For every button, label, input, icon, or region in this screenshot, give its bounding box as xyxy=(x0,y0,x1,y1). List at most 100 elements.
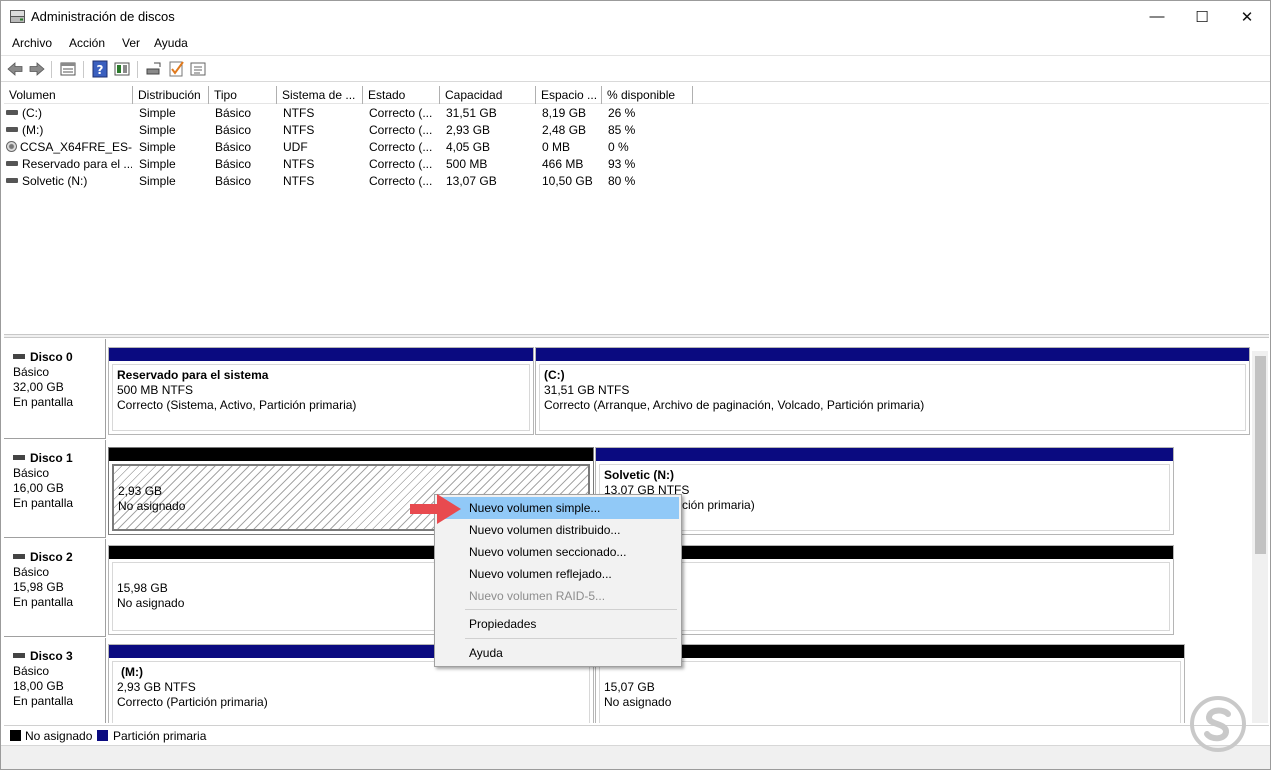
capacity-cell: 13,07 GB xyxy=(446,174,497,188)
partition-title: (C:) xyxy=(544,368,565,382)
fs-cell: NTFS xyxy=(283,157,315,171)
volume-row[interactable]: Reservado para el ... Simple Básico NTFS… xyxy=(4,156,704,173)
menu-ayuda[interactable]: Ayuda xyxy=(154,36,188,50)
maximize-button[interactable]: ☐ xyxy=(1179,1,1225,32)
menu-ver[interactable]: Ver xyxy=(122,36,140,50)
disk-name: Disco 3 xyxy=(30,649,73,663)
volume-row[interactable]: (M:) Simple Básico NTFS Correcto (... 2,… xyxy=(4,122,704,139)
pane-splitter[interactable] xyxy=(4,334,1269,338)
disk-3-label[interactable]: Disco 3 Básico 18,00 GB En pantalla xyxy=(4,638,106,723)
volume-row[interactable]: (C:) Simple Básico NTFS Correcto (... 31… xyxy=(4,105,704,122)
partition-status: Correcto (Arranque, Archivo de paginació… xyxy=(544,398,925,412)
red-arrow-icon xyxy=(410,494,461,524)
back-arrow-icon[interactable] xyxy=(6,60,24,78)
type-cell: Básico xyxy=(215,106,252,120)
disk-state: En pantalla xyxy=(13,595,74,609)
minimize-button[interactable]: — xyxy=(1134,1,1180,32)
type-cell: Básico xyxy=(215,174,252,188)
drive-icon xyxy=(6,178,18,184)
disk-state: En pantalla xyxy=(13,395,74,409)
disk-size: 18,00 GB xyxy=(13,679,64,693)
free-cell: 2,48 GB xyxy=(542,123,587,137)
type-cell: Básico xyxy=(215,140,252,154)
disk-name: Disco 0 xyxy=(30,350,73,364)
legend-label-unallocated: No asignado xyxy=(25,729,93,743)
layout-cell: Simple xyxy=(139,157,176,171)
menu-archivo[interactable]: Archivo xyxy=(12,36,52,50)
help-icon[interactable]: ? xyxy=(91,60,109,78)
partition-status: No asignado xyxy=(604,695,672,709)
type-cell: Básico xyxy=(215,157,252,171)
context-menu: Nuevo volumen simple... Nuevo volumen di… xyxy=(434,494,682,667)
primary-partition-bar xyxy=(109,348,533,361)
layout-cell: Simple xyxy=(139,174,176,188)
partition-status: Correcto (Partición primaria) xyxy=(604,498,755,512)
free-cell: 466 MB xyxy=(542,157,584,171)
volume-name-cell: CCSA_X64FRE_ES-... xyxy=(6,139,132,156)
menu-item-nuevo-volumen-reflejado[interactable]: Nuevo volumen reflejado... xyxy=(437,563,679,585)
unallocated-bar xyxy=(109,448,593,461)
disk-type: Básico xyxy=(13,365,50,379)
menu-separator xyxy=(465,638,677,639)
disk-name: Disco 1 xyxy=(30,451,73,465)
disk-0-label[interactable]: Disco 0 Básico 32,00 GB En pantalla xyxy=(4,339,106,439)
cd-drive-icon xyxy=(6,141,17,153)
menu-accion[interactable]: Acción xyxy=(69,36,105,50)
menu-bar: Archivo Acción Ver Ayuda xyxy=(1,32,1270,54)
drive-icon xyxy=(6,127,18,133)
disk-type: Básico xyxy=(13,565,50,579)
menu-item-nuevo-volumen-seccionado[interactable]: Nuevo volumen seccionado... xyxy=(437,541,679,563)
column-header-espacio[interactable]: Espacio ... xyxy=(536,86,602,104)
disk-type: Básico xyxy=(13,664,50,678)
menu-item-ayuda[interactable]: Ayuda xyxy=(437,642,679,664)
disk-1-label[interactable]: Disco 1 Básico 16,00 GB En pantalla xyxy=(4,440,106,538)
partition-title xyxy=(604,665,1180,680)
volume-list-header: Volumen Distribución Tipo Sistema de ...… xyxy=(4,86,1269,104)
graphic-view-icon[interactable] xyxy=(113,60,131,78)
partition-title xyxy=(118,469,588,484)
menu-item-propiedades[interactable]: Propiedades xyxy=(437,613,679,635)
window-title: Administración de discos xyxy=(31,9,175,24)
menu-item-nuevo-volumen-raid5: Nuevo volumen RAID-5... xyxy=(469,589,606,603)
properties-icon[interactable] xyxy=(189,60,207,78)
partition-body: Reservado para el sistema 500 MB NTFS Co… xyxy=(112,364,530,431)
hard-disk-icon xyxy=(13,554,25,560)
status-bar xyxy=(1,745,1270,769)
disk-2-label[interactable]: Disco 2 Básico 15,98 GB En pantalla xyxy=(4,539,106,637)
forward-arrow-icon[interactable] xyxy=(28,60,46,78)
column-header-sistema[interactable]: Sistema de ... xyxy=(277,86,363,104)
column-header-tipo[interactable]: Tipo xyxy=(209,86,277,104)
watermark-logo-icon xyxy=(1190,696,1246,752)
free-cell: 0 MB xyxy=(542,140,571,154)
partition-size: 31,51 GB NTFS xyxy=(544,383,630,397)
partition-body: Solvetic (N:) 13,07 GB NTFS Correcto (Pa… xyxy=(599,464,1170,531)
primary-partition-bar xyxy=(596,448,1173,461)
column-header-estado[interactable]: Estado xyxy=(363,86,440,104)
column-header-disponible[interactable]: % disponible xyxy=(602,86,693,104)
column-header-capacidad[interactable]: Capacidad xyxy=(440,86,536,104)
list-view-icon[interactable] xyxy=(59,60,77,78)
volume-row[interactable]: CCSA_X64FRE_ES-... Simple Básico UDF Cor… xyxy=(4,139,704,156)
column-header-volumen[interactable]: Volumen xyxy=(4,86,133,104)
column-header-distribucion[interactable]: Distribución xyxy=(133,86,209,104)
capacity-cell: 31,51 GB xyxy=(446,106,497,120)
menu-item-nuevo-volumen-distribuido[interactable]: Nuevo volumen distribuido... xyxy=(437,519,679,541)
partition-system-reserved[interactable]: Reservado para el sistema 500 MB NTFS Co… xyxy=(108,347,534,435)
scrollbar-thumb[interactable] xyxy=(1255,356,1266,554)
partition-c[interactable]: (C:) 31,51 GB NTFS Correcto (Arranque, A… xyxy=(535,347,1250,435)
disk-size: 15,98 GB xyxy=(13,580,64,594)
drive-icon xyxy=(6,110,18,116)
partition-title: Reservado para el sistema xyxy=(117,368,269,382)
menu-item-nuevo-volumen-simple[interactable]: Nuevo volumen simple... xyxy=(437,497,679,519)
layout-cell: Simple xyxy=(139,123,176,137)
check-icon[interactable] xyxy=(167,60,185,78)
connect-disk-icon[interactable] xyxy=(145,60,163,78)
close-button[interactable]: ✕ xyxy=(1224,1,1270,32)
status-cell: Correcto (... xyxy=(369,174,433,188)
partition-unallocated-disk3[interactable]: 15,07 GB No asignado xyxy=(595,644,1185,723)
pct-cell: 85 % xyxy=(608,123,636,137)
pct-cell: 80 % xyxy=(608,174,636,188)
graph-scrollbar[interactable] xyxy=(1252,351,1268,723)
type-cell: Básico xyxy=(215,123,252,137)
volume-row[interactable]: Solvetic (N:) Simple Básico NTFS Correct… xyxy=(4,173,704,190)
